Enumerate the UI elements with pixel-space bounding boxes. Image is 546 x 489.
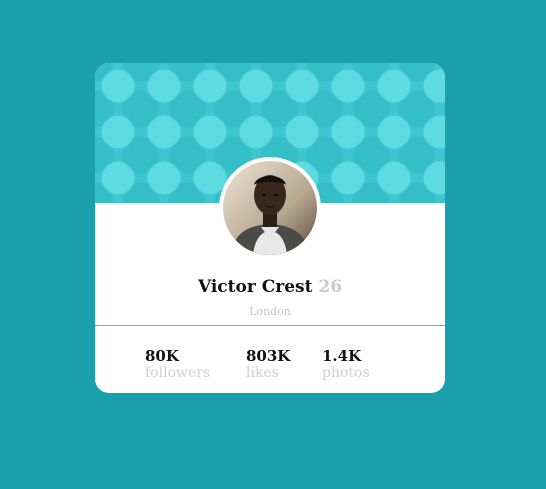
stat-label: followers (145, 365, 211, 381)
stat-value: 803K (246, 347, 291, 365)
profile-age: 26 (318, 277, 343, 297)
stat-followers: 80K followers (145, 347, 210, 382)
avatar-photo (223, 161, 317, 255)
avatar (223, 161, 317, 255)
stat-value: 80K (145, 347, 179, 365)
profile-name: Victor Crest (197, 277, 313, 297)
avatar-ring (219, 157, 321, 259)
profile-name-line: Victor Crest 26 (95, 277, 445, 297)
stat-likes: 803K likes (246, 347, 290, 382)
divider (95, 325, 445, 326)
profile-card: Victor Crest 26 London 80K followers 803… (95, 63, 445, 393)
stat-label: photos (322, 365, 370, 381)
stat-photos: 1.4K photos (322, 347, 370, 382)
stat-label: likes (246, 365, 279, 381)
stat-value: 1.4K (322, 347, 362, 365)
profile-city: London (249, 305, 291, 318)
